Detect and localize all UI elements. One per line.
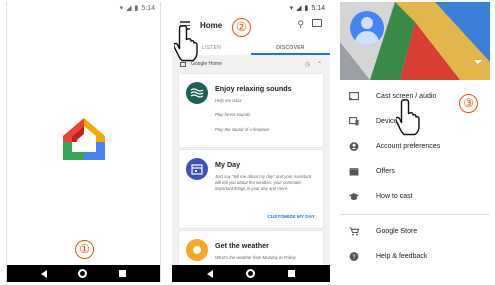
cast-icon [349,92,359,101]
pointing-hand-icon [174,25,198,62]
menu-divider [340,214,490,215]
tab-discover[interactable]: DISCOVER [251,41,330,55]
home-icon[interactable] [78,269,88,278]
phone-screen-drawer: Cast screen / audio Devices Account pref… [340,2,490,282]
wifi-icon: ▾ [119,5,124,12]
suggestion-text: Play forest sounds [215,112,251,117]
recent-apps-icon[interactable] [288,270,296,277]
speaker-icon [180,61,186,67]
devices-icon [349,117,359,126]
signal-icon: ◢ [126,5,132,12]
card-relaxing-sounds[interactable]: Enjoy relaxing sounds Help me relax Play… [179,74,323,147]
menu-item-how-to-cast[interactable]: How to cast [340,184,490,209]
status-time: 5:14 [311,5,325,12]
recent-apps-icon[interactable] [119,270,127,277]
calendar-icon [186,158,208,180]
card-description: What's the weather from Monday to Friday [215,255,296,260]
search-icon[interactable]: ⚲ [297,19,304,30]
drawer-header [340,2,490,80]
battery-icon: ▮ [304,5,309,12]
step-marker-2: ② [232,18,251,37]
suggestion-text: Help me relax [215,98,242,103]
back-icon[interactable] [206,269,213,278]
battery-icon: ▮ [134,5,139,12]
signal-icon: ◢ [296,5,302,12]
card-title: Enjoy relaxing sounds [215,84,292,93]
home-icon[interactable] [245,269,255,278]
wifi-icon: ▾ [289,5,294,12]
menu-item-offers[interactable]: Offers [340,159,490,184]
menu-item-label: Help & feedback [376,253,428,260]
help-icon: ? [349,252,359,261]
pointing-hand-icon [396,99,420,136]
suggestion-text: Play the sound of a fireplace [215,127,270,132]
android-nav-bar [172,265,330,282]
step-marker-1: ① [75,240,94,259]
menu-item-google-store[interactable]: Google Store [340,219,490,244]
card-title: My Day [215,160,241,169]
chevron-up-icon[interactable]: ⌃ [317,61,322,68]
customize-my-day-link[interactable]: CUSTOMIZE MY DAY [267,215,315,220]
offers-icon [349,168,359,176]
step-marker-3: ③ [459,94,478,113]
avatar[interactable] [350,11,384,45]
sun-icon [186,239,208,261]
status-bar: ▾ ◢ ▮ 5:14 [172,2,330,15]
menu-item-help-feedback[interactable]: ? Help & feedback [340,244,490,269]
school-icon [349,193,359,200]
card-title: Get the weather [215,241,269,250]
chevron-down-icon[interactable] [474,60,482,64]
menu-item-label: Google Store [376,228,418,235]
waves-icon [186,82,208,104]
phone-screen-launch: ▾ ◢ ▮ 5:14 ① [6,2,161,282]
account-icon [349,142,359,151]
cart-icon [349,227,359,236]
history-icon[interactable]: ◷ [305,61,310,68]
svg-text:?: ? [352,254,355,261]
devices-icon[interactable] [312,19,322,27]
menu-item-label: Account preferences [376,143,441,150]
status-bar: ▾ ◢ ▮ 5:14 [7,2,160,15]
card-my-day[interactable]: My Day Just say "tell me about my day" a… [179,150,323,228]
back-icon[interactable] [40,269,47,278]
google-home-logo-icon [63,118,105,160]
android-nav-bar [7,265,160,282]
status-time: 5:14 [141,5,155,12]
card-description: Just say "tell me about my day" and your… [215,174,312,192]
menu-item-label: How to cast [376,193,413,200]
menu-item-label: Offers [376,168,395,175]
menu-item-account-preferences[interactable]: Account preferences [340,134,490,159]
phone-screen-home: ▾ ◢ ▮ 5:14 Home ⚲ LISTEN DISCOVER Google… [172,2,330,282]
